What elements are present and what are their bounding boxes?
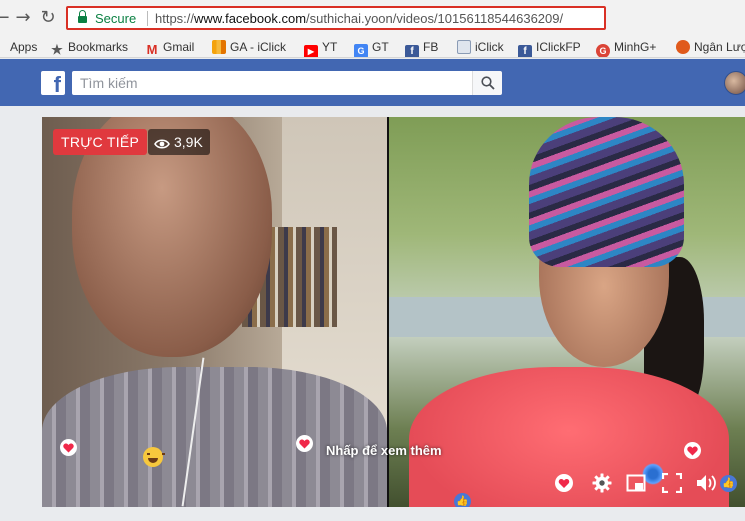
search-button[interactable]: [472, 71, 502, 95]
google-plus-icon: G: [596, 44, 610, 57]
bookmark-label: Gmail: [163, 40, 195, 54]
forward-arrow-icon[interactable]: →: [13, 8, 33, 28]
heart-reaction-icon: [296, 435, 313, 452]
bookmark-bookmarks[interactable]: ★ Bookmarks: [50, 39, 129, 57]
bookmark-label: Bookmarks: [68, 40, 129, 54]
back-arrow-icon[interactable]: ←: [0, 8, 12, 28]
picture-in-picture-button[interactable]: [622, 469, 650, 497]
bookmark-label: GA - iClick: [230, 40, 287, 54]
bookmark-label: Ngân Lượ: [694, 40, 745, 54]
secure-label: Secure: [95, 11, 137, 26]
heart-reaction-icon: [60, 439, 77, 456]
reload-icon[interactable]: ↻: [38, 8, 58, 28]
like-reaction-icon: 👍: [720, 475, 737, 492]
bookmarks-bar: Apps ★ Bookmarks M Gmail GA - iClick ▶ YT G…: [0, 36, 745, 58]
bookmark-minhg[interactable]: G MinhG+: [596, 39, 657, 57]
viewer-count-value: 3,9K: [174, 134, 203, 150]
bookmark-fb[interactable]: f FB: [405, 39, 439, 57]
bookmark-label: GT: [372, 40, 389, 54]
search-icon: [481, 76, 495, 90]
facebook-icon: f: [518, 45, 532, 57]
live-video-player[interactable]: TRỰC TIẾP 3,9K Nhấp để xem thêm 👍 👍: [42, 117, 745, 507]
url-scheme: https://: [155, 11, 195, 26]
click-to-see-more[interactable]: Nhấp để xem thêm: [326, 443, 442, 458]
gmail-icon: M: [146, 42, 158, 57]
heart-icon: [555, 474, 573, 492]
avatar[interactable]: [724, 71, 745, 95]
bookmark-label: MinhG+: [614, 40, 657, 54]
analytics-icon: [212, 40, 226, 54]
bookmark-label: YT: [322, 40, 338, 54]
haha-reaction-icon: [143, 447, 165, 467]
fullscreen-icon: [662, 473, 682, 493]
address-bar[interactable]: Secure https://www.facebook.com/suthicha…: [66, 6, 606, 30]
bookmark-iclickfp[interactable]: f IClickFP: [518, 39, 581, 57]
ngan-luong-icon: [676, 40, 690, 54]
bookmark-label: iClick: [475, 40, 504, 54]
heart-react-button[interactable]: [550, 469, 578, 497]
like-reaction-icon: 👍: [454, 493, 471, 507]
volume-icon: [697, 475, 716, 491]
facebook-logo[interactable]: f: [41, 71, 65, 95]
facebook-icon: f: [405, 45, 419, 57]
lock-icon: [78, 10, 87, 23]
youtube-icon: ▶: [304, 45, 318, 57]
heart-reaction-icon: [684, 442, 701, 459]
url-path: /suthichai.yoon/videos/10156118544636209…: [306, 11, 564, 26]
fullscreen-button[interactable]: [658, 469, 686, 497]
viewer-count: 3,9K: [148, 129, 210, 155]
pip-icon: [626, 474, 646, 492]
bookmark-apps[interactable]: Apps: [10, 39, 37, 55]
document-icon: [457, 40, 471, 54]
live-badge: TRỰC TIẾP: [53, 129, 148, 155]
gear-icon: [592, 473, 612, 493]
eye-icon: [154, 139, 170, 149]
bookmark-gmail[interactable]: M Gmail: [145, 39, 195, 57]
video-controls: 👍: [550, 469, 745, 499]
settings-button[interactable]: [588, 469, 616, 497]
bookmark-iclick[interactable]: iClick: [457, 39, 504, 55]
translate-icon: G: [354, 44, 368, 57]
facebook-header: f: [0, 59, 745, 106]
search-input[interactable]: [72, 71, 501, 95]
bookmark-ga-iclick[interactable]: GA - iClick: [212, 39, 286, 55]
volume-button[interactable]: [692, 469, 720, 497]
browser-toolbar: ← → ↻ Secure https://www.facebook.com/su…: [0, 0, 745, 36]
bookmark-label: IClickFP: [536, 40, 581, 54]
bookmark-label: FB: [423, 40, 439, 54]
star-icon: ★: [51, 42, 63, 57]
url-domain: www.facebook.com: [194, 11, 307, 26]
bookmark-yt[interactable]: ▶ YT: [304, 39, 338, 57]
bookmark-ngan-luong[interactable]: Ngân Lượ: [676, 39, 745, 55]
bookmark-label: Apps: [10, 40, 38, 54]
bookmark-gt[interactable]: G GT: [354, 39, 389, 57]
url-text[interactable]: https://www.facebook.com/suthichai.yoon/…: [155, 11, 563, 26]
address-divider: [147, 11, 148, 26]
